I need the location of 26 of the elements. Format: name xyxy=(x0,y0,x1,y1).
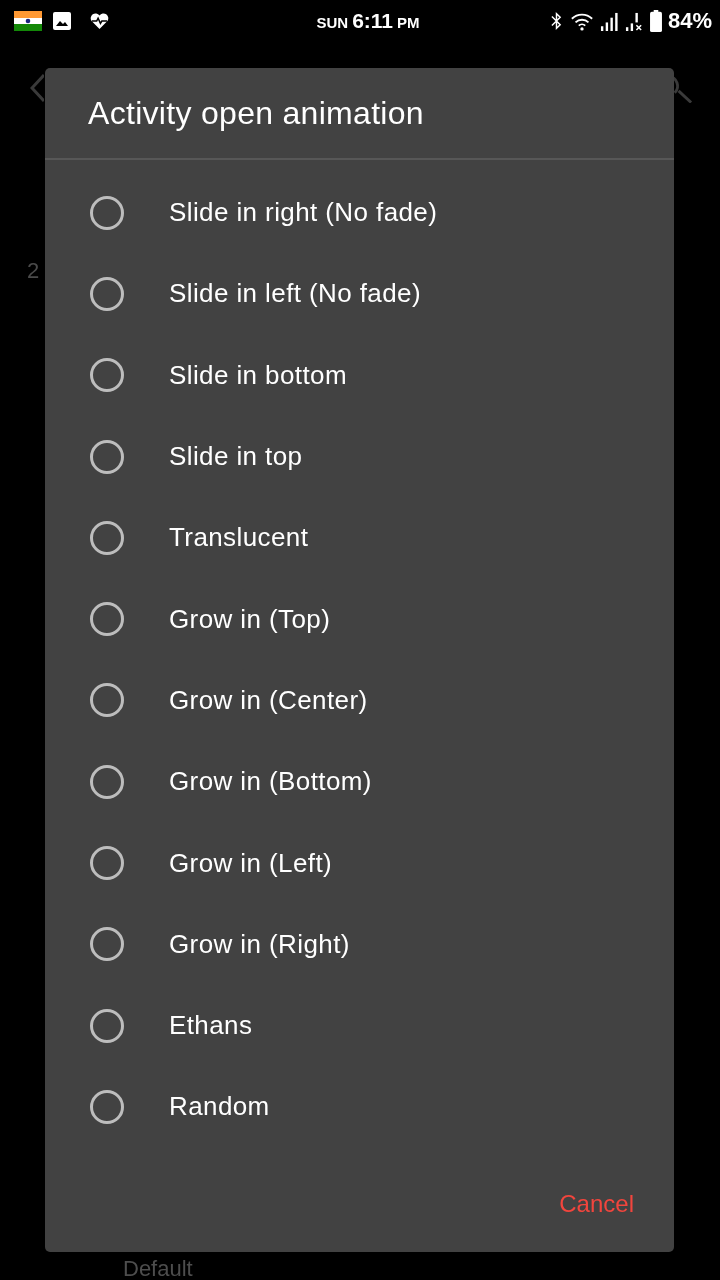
no-signal-icon xyxy=(624,11,644,31)
signal-icon xyxy=(599,11,619,31)
radio-option[interactable]: Slide in bottom xyxy=(89,357,347,394)
day-text: SUN xyxy=(316,14,349,31)
radio-option[interactable]: Grow in (Top) xyxy=(89,601,331,638)
wifi-icon xyxy=(569,11,594,31)
radio-option[interactable]: Slide in top xyxy=(89,438,303,475)
radio-option[interactable]: Slide in right (No fade) xyxy=(89,194,438,231)
partial-text: 2 xyxy=(27,258,40,283)
radio-option[interactable]: Grow in (Right) xyxy=(89,926,350,963)
radio-option[interactable]: Grow in (Left) xyxy=(89,845,333,881)
radio-option[interactable]: Slide in left (No fade) xyxy=(89,275,421,312)
preference-summary: Default xyxy=(123,1258,193,1280)
radio-option[interactable]: Grow in (Center) xyxy=(89,682,368,719)
flag-icon xyxy=(14,11,42,31)
image-icon xyxy=(53,12,71,30)
period-text: PM xyxy=(397,14,420,31)
battery-percent-text: 84% xyxy=(667,8,712,34)
radio-option[interactable]: Ethans xyxy=(89,1007,253,1044)
battery-icon xyxy=(649,10,662,32)
dialog-title: Activity open animation xyxy=(88,94,424,132)
radio-option[interactable]: Random xyxy=(89,1088,270,1125)
time-text: 6:11 xyxy=(352,9,393,33)
heart-pulse-icon xyxy=(90,13,109,29)
radio-option[interactable]: Translucent xyxy=(89,519,309,556)
radio-option[interactable]: Grow in (Bottom) xyxy=(89,763,372,800)
